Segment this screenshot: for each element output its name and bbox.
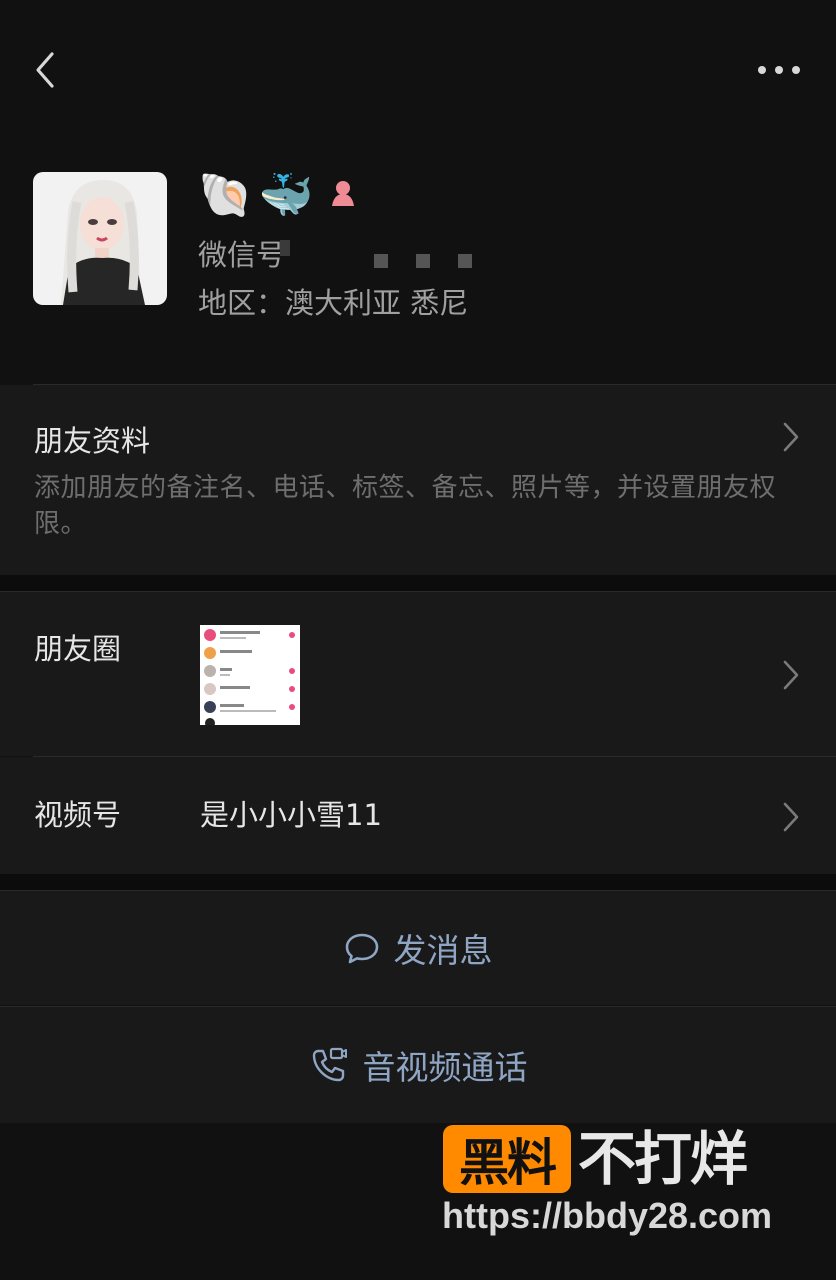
- moments-thumbnail-image: [200, 625, 300, 725]
- watermark-badge: 黑料: [443, 1125, 571, 1193]
- phone-video-icon: [312, 1047, 347, 1082]
- watermark-url: https://bbdy28.com: [442, 1195, 773, 1236]
- back-button[interactable]: [28, 48, 68, 92]
- nickname: 🐚 🐳: [198, 166, 358, 224]
- redaction-mark: [458, 254, 472, 268]
- wechat-id: 微信号: [198, 232, 285, 274]
- moments-thumbnail[interactable]: [200, 625, 300, 725]
- redaction-mark: [280, 240, 290, 256]
- more-button[interactable]: [752, 52, 806, 88]
- channels-row[interactable]: [0, 757, 836, 874]
- friend-info-description: 添加朋友的备注名、电话、标签、备忘、照片等，并设置朋友权限。: [34, 473, 777, 539]
- chevron-right-icon: [783, 422, 799, 452]
- avatar-image: [33, 172, 167, 305]
- chevron-left-icon: [36, 52, 54, 88]
- chevron-right-icon: [783, 660, 799, 690]
- friend-info-title: 朋友资料: [34, 424, 151, 458]
- section-gap: [0, 575, 836, 592]
- video-call-button[interactable]: 音视频通话: [0, 1007, 836, 1123]
- channels-value: 是小小小雪11: [200, 798, 382, 832]
- more-dots-icon: [758, 66, 800, 74]
- section-gap: [0, 874, 836, 891]
- video-call-label: 音视频通话: [362, 1048, 528, 1087]
- channels-label: 视频号: [34, 798, 122, 832]
- chat-bubble-icon: [345, 933, 378, 964]
- send-message-label: 发消息: [393, 931, 493, 970]
- whale-emoji: 🐳: [258, 170, 314, 221]
- watermark: 黑料 不打烊 https://bbdy28.com: [440, 1125, 800, 1245]
- gender-icon: [328, 178, 358, 212]
- send-message-button[interactable]: 发消息: [0, 891, 836, 1005]
- redaction-mark: [416, 254, 430, 268]
- avatar[interactable]: [33, 172, 167, 305]
- redaction-mark: [374, 254, 388, 268]
- shell-emoji: 🐚: [198, 170, 253, 221]
- moments-row[interactable]: [0, 592, 836, 756]
- wechat-id-label: 微信号: [198, 238, 286, 272]
- watermark-text: 不打烊: [578, 1125, 748, 1193]
- chevron-right-icon: [783, 802, 799, 832]
- moments-label: 朋友圈: [34, 632, 122, 666]
- region: 地区：澳大利亚 悉尼: [198, 286, 469, 320]
